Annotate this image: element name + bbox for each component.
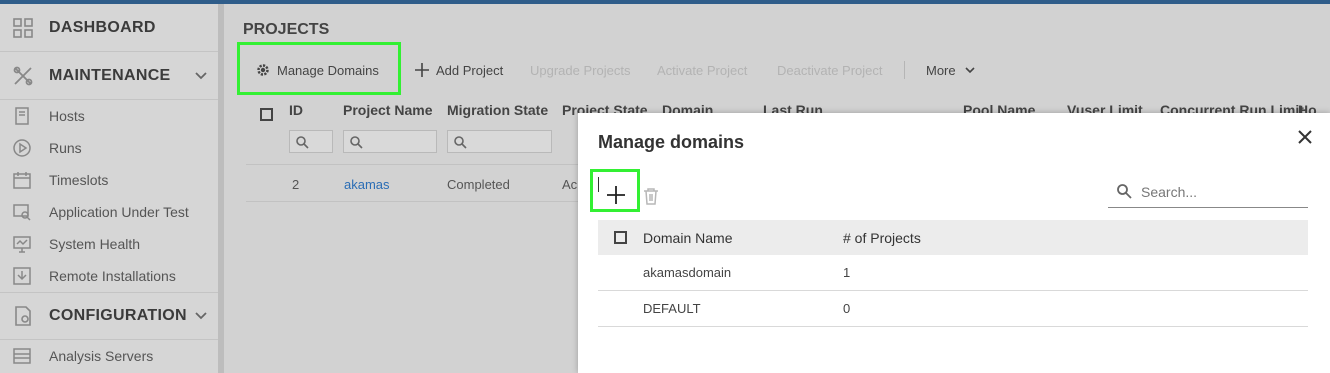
deactivate-project-label: Deactivate Project [777,62,883,78]
search-icon [296,136,309,149]
sidebar-item-label: System Health [49,236,141,252]
add-project-button[interactable]: Add Project [414,51,503,89]
cell-domain-name: DEFAULT [643,301,701,316]
server-list-icon [13,348,31,364]
highlight-box-add-domain [590,169,640,212]
sidebar-item-hosts[interactable]: Hosts [0,100,218,132]
sidebar-item-label: Application Under Test [49,204,189,220]
table-row[interactable]: akamasdomain 1 [598,255,1308,291]
cell-id: 2 [292,177,300,192]
add-project-label: Add Project [436,62,504,78]
upgrade-projects-label: Upgrade Projects [530,62,631,78]
search-icon [454,136,467,149]
project-name-link[interactable]: akamas [344,177,390,192]
deactivate-project-button[interactable]: Deactivate Project [777,51,883,89]
filter-migration-state-input[interactable] [447,130,552,153]
chevron-down-icon[interactable] [194,309,208,323]
column-header-migration-state[interactable]: Migration State [447,102,548,118]
cell-domain-name: akamasdomain [643,265,732,280]
cell-migration-state: Completed [447,177,510,192]
sidebar-item-label: Runs [49,140,82,156]
page-title: PROJECTS [243,21,330,38]
sidebar-section-dashboard[interactable]: DASHBOARD [0,4,218,52]
sidebar-section-label: MAINTENANCE [49,66,171,84]
more-label: More [926,62,956,78]
close-icon[interactable] [1296,128,1314,146]
tools-icon [13,66,33,85]
table-row[interactable]: DEFAULT 0 [598,291,1308,327]
sidebar-item-label: Analysis Servers [49,348,154,364]
sidebar-item-label: Timeslots [49,172,109,188]
cell-project-state: Ac [562,177,578,192]
configuration-icon [15,306,31,326]
column-header-project-count[interactable]: # of Projects [843,230,921,246]
cell-project-count: 0 [843,301,851,316]
more-menu-button[interactable]: More [926,51,976,89]
filter-id-input[interactable] [289,130,333,153]
dialog-title: Manage domains [598,132,745,152]
sidebar-item-analysis-servers[interactable]: Analysis Servers [0,340,218,372]
domains-table-header: Domain Name # of Projects [598,220,1308,255]
column-header-project-name[interactable]: Project Name [343,102,432,118]
manage-domains-dialog: Manage domains Domain Name # of Projects… [578,113,1330,373]
upgrade-projects-button[interactable]: Upgrade Projects [530,51,630,89]
monitor-icon [13,236,31,253]
dashboard-grid-icon [13,17,33,38]
sidebar-item-label: Hosts [49,108,85,124]
calendar-icon [13,172,31,189]
sidebar-item-timeslots[interactable]: Timeslots [0,164,218,196]
select-all-domains-checkbox[interactable] [614,231,627,244]
play-circle-icon [13,139,31,157]
column-header-id[interactable]: ID [289,102,303,118]
chevron-down-icon[interactable] [194,69,208,83]
sidebar-item-label: Remote Installations [49,268,176,284]
search-icon [350,136,363,149]
filter-project-name-input[interactable] [343,130,437,153]
cell-project-count: 1 [843,265,851,280]
sidebar-section-label: CONFIGURATION [49,307,187,324]
delete-trash-icon[interactable] [643,187,659,205]
activate-project-button[interactable]: Activate Project [657,51,747,89]
sidebar-item-application-under-test[interactable]: Application Under Test [0,196,218,228]
highlight-box-manage-domains [237,42,401,95]
plus-icon [415,63,429,77]
install-icon [13,267,31,285]
sidebar-item-remote-installations[interactable]: Remote Installations [0,260,218,292]
toolbar-separator [904,61,905,79]
table-row[interactable]: 2 akamas Completed Ac [246,164,606,202]
domain-search-field[interactable] [1108,177,1308,208]
host-icon [15,107,29,125]
sidebar-item-runs[interactable]: Runs [0,132,218,164]
sidebar-item-system-health[interactable]: System Health [0,228,218,260]
search-icon [1117,184,1132,199]
sidebar-section-label: DASHBOARD [49,18,156,36]
column-header-domain-name[interactable]: Domain Name [643,230,732,246]
app-search-icon [13,204,31,221]
chevron-down-icon [965,67,975,74]
activate-project-label: Activate Project [657,62,748,78]
sidebar-section-configuration[interactable]: CONFIGURATION [0,292,218,340]
sidebar-section-maintenance[interactable]: MAINTENANCE [0,52,218,100]
sidebar: DASHBOARD MAINTENANCE Hosts Runs Timeslo… [0,4,218,373]
domain-search-input[interactable] [1141,182,1301,202]
